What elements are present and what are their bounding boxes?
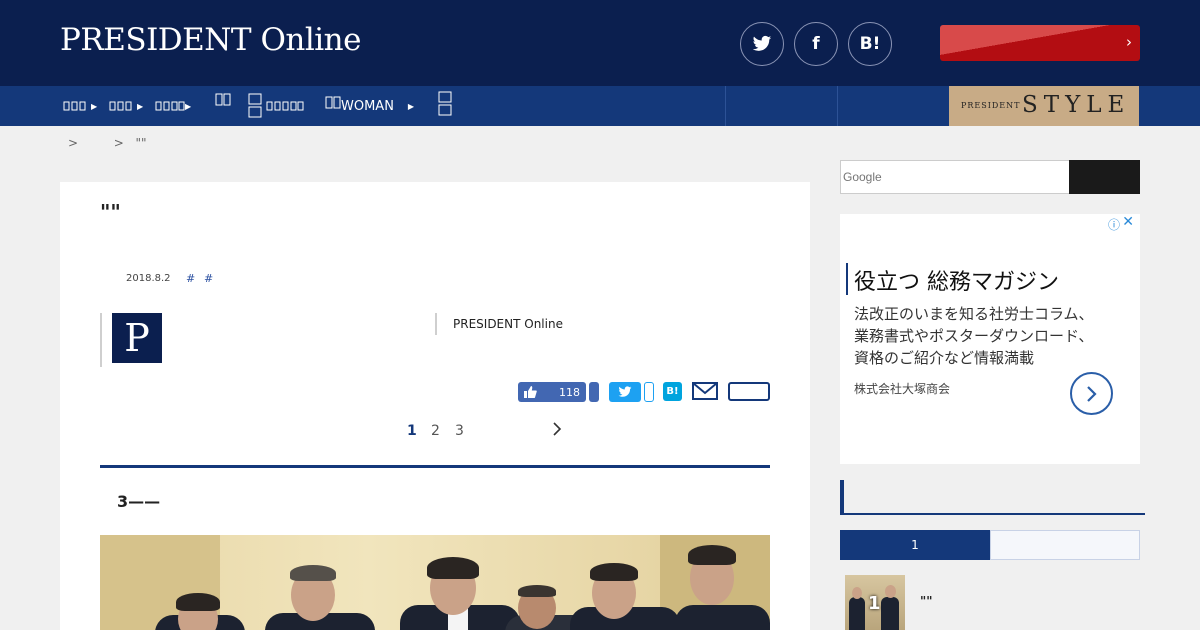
ad-body-line: 資格のご紹介など情報満載: [854, 349, 1035, 367]
ranking-header-accent: [840, 480, 844, 514]
caret-right-icon: ▶: [91, 101, 98, 111]
nav-item-3[interactable]: ▶: [155, 86, 191, 126]
caret-right-icon: ▶: [185, 101, 192, 111]
article-divider: [100, 465, 770, 468]
hatena-bookmark-icon: B!: [666, 386, 679, 397]
tofu-glyphs: [266, 101, 304, 111]
article-lead: 3——: [117, 492, 161, 511]
person-figure: [518, 585, 556, 597]
style-banner-small-text: PRESIDENT: [961, 101, 1021, 110]
nav-item-4[interactable]: [215, 80, 231, 120]
facebook-icon: f: [812, 34, 820, 54]
chevron-right-icon: ›: [1126, 33, 1132, 51]
ranking-tab-2[interactable]: [990, 530, 1140, 560]
person-figure: [290, 565, 336, 581]
page-link-3[interactable]: 3: [455, 423, 464, 439]
facebook-share-button[interactable]: [589, 382, 599, 402]
facebook-like-icon: [524, 386, 537, 398]
ad-title: 役立つ 総務マガジン: [854, 270, 1059, 295]
article-tag[interactable]: #: [204, 272, 213, 285]
magazine-icon: [215, 93, 231, 106]
breadcrumb-separator: >: [68, 136, 79, 150]
article-date: 2018.8.2: [126, 273, 171, 284]
search-input[interactable]: [840, 160, 1070, 194]
ranking-item-title[interactable]: "": [920, 594, 933, 608]
caret-right-icon: ▶: [407, 101, 415, 111]
twitter-icon: [618, 386, 632, 397]
search-button[interactable]: [1069, 160, 1140, 194]
author-divider: [100, 313, 102, 367]
page-link-2[interactable]: 2: [431, 423, 440, 439]
person-figure: [675, 605, 770, 630]
article-title: "": [100, 200, 121, 224]
ranking-header-rule: [840, 513, 1145, 515]
like-count: 118: [559, 385, 580, 399]
breadcrumb-separator: >: [113, 136, 124, 150]
breadcrumb: > > "": [68, 136, 146, 150]
nav-divider: [837, 86, 838, 126]
site-header: PRESIDENT Online f B! ›: [0, 0, 1200, 86]
nav-item-woman[interactable]: WOMAN ▶: [325, 86, 414, 126]
nav-item-1[interactable]: ▶: [63, 86, 97, 126]
save-icon[interactable]: [728, 382, 770, 401]
subscription-banner-button[interactable]: ›: [940, 25, 1140, 61]
book-icon: [248, 93, 262, 118]
chevron-right-icon[interactable]: [552, 421, 562, 441]
chevron-right-icon[interactable]: [1070, 372, 1113, 415]
tofu-glyphs: [109, 101, 132, 111]
hatena-bookmark-share-button[interactable]: B!: [663, 382, 682, 401]
ad-body-line: 法改正のいまを知る社労士コラム、: [854, 305, 1094, 323]
twitter-count-bubble: [644, 382, 654, 402]
magazine-icon: [325, 96, 341, 109]
article-photo: [100, 535, 770, 630]
ad-info-icon[interactable]: ⓘ: [1108, 216, 1120, 233]
facebook-like-button[interactable]: 118: [518, 382, 586, 402]
author-avatar[interactable]: P: [112, 313, 162, 363]
twitter-button[interactable]: [740, 22, 784, 66]
ranking-number: 1: [868, 593, 881, 614]
close-icon[interactable]: ✕: [1122, 214, 1134, 230]
site-logo[interactable]: PRESIDENT Online: [60, 22, 361, 58]
nav-item-2[interactable]: ▶: [109, 86, 143, 126]
breadcrumb-current: "": [135, 136, 147, 150]
book-icon: [438, 91, 452, 116]
ad-accent-bar: [846, 263, 848, 295]
person-figure: [176, 593, 220, 611]
ranking-tab-1[interactable]: 1: [840, 530, 990, 560]
nav-divider: [725, 86, 726, 126]
mail-icon: [692, 382, 718, 400]
caret-right-icon: ▶: [137, 101, 144, 111]
person-figure: [427, 557, 479, 579]
ad-company: 株式会社大塚商会: [854, 382, 951, 396]
tofu-glyphs: [155, 101, 185, 111]
nav-item-label: WOMAN: [341, 98, 394, 114]
author-divider: [435, 313, 437, 335]
mail-share-button[interactable]: [692, 382, 718, 400]
caret-right-icon: [63, 101, 86, 111]
style-banner-big-text: STYLE: [1022, 92, 1131, 118]
ad-banner[interactable]: ⓘ ✕ 役立つ 総務マガジン 法改正のいまを知る社労士コラム、 業務書式やポスタ…: [840, 214, 1140, 464]
president-style-banner[interactable]: PRESIDENT STYLE: [949, 86, 1139, 126]
twitter-share-button[interactable]: [609, 382, 641, 402]
hatena-bookmark-icon: B!: [859, 34, 881, 54]
twitter-icon: [752, 35, 772, 51]
hatena-bookmark-button[interactable]: B!: [848, 22, 892, 66]
ad-body-line: 業務書式やポスターダウンロード、: [854, 327, 1094, 345]
person-figure: [590, 563, 638, 581]
facebook-button[interactable]: f: [794, 22, 838, 66]
nav-item-7[interactable]: [438, 86, 452, 126]
author-org[interactable]: PRESIDENT Online: [453, 317, 563, 331]
person-figure: [688, 545, 736, 565]
page-link-1[interactable]: 1: [407, 423, 417, 439]
nav-item-5[interactable]: [248, 86, 304, 126]
article-tag[interactable]: #: [186, 272, 195, 285]
